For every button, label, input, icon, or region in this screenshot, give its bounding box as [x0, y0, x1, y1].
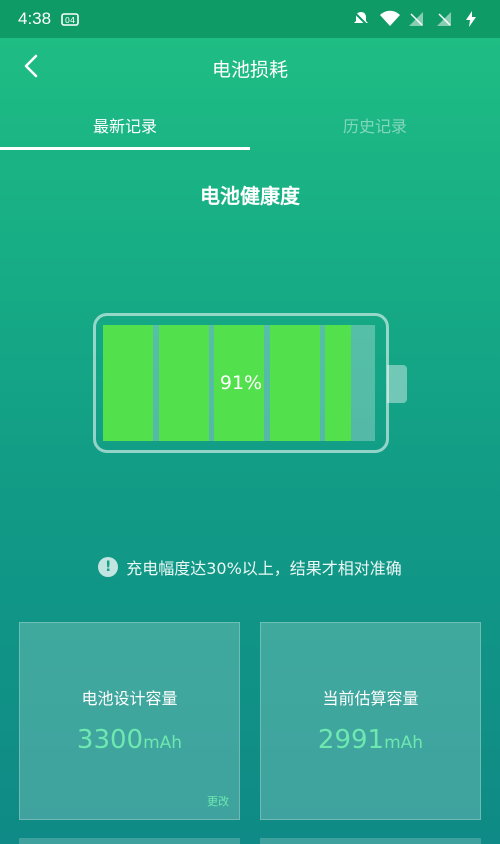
- capacity-unit: mAh: [384, 733, 424, 753]
- svg-text:04: 04: [65, 16, 75, 25]
- battery-tip: [387, 365, 407, 403]
- section-title: 电池健康度: [200, 184, 300, 208]
- wifi-icon: [380, 10, 400, 28]
- tab-label: 历史记录: [342, 117, 407, 136]
- card-partial: [260, 838, 481, 844]
- back-button[interactable]: [14, 50, 50, 86]
- card-value: 2991mAh: [261, 725, 480, 755]
- capacity-number: 3300: [76, 725, 144, 755]
- bell-off-icon: [352, 10, 370, 28]
- notification-icon: 04: [61, 10, 79, 28]
- estimated-capacity-card: 当前估算容量 2991mAh: [260, 622, 481, 820]
- card-partial: [19, 838, 240, 844]
- battery-icon: 91%: [93, 313, 389, 453]
- signal-off-icon: [436, 10, 454, 28]
- design-capacity-card: 电池设计容量 3300mAh 更改: [19, 622, 240, 820]
- back-arrow-icon: [22, 53, 42, 83]
- battery-percent: 91%: [219, 372, 263, 394]
- exclamation-icon: !: [98, 557, 119, 577]
- tab-label: 最新记录: [92, 117, 157, 136]
- card-value: 3300mAh: [20, 725, 239, 755]
- card-label: 当前估算容量: [322, 689, 419, 708]
- status-bar: 4:38 04: [0, 0, 500, 38]
- tab-history-records[interactable]: 历史记录: [250, 100, 500, 150]
- accuracy-notice: ! 充电幅度达30%以上，结果才相对准确: [0, 555, 500, 579]
- capacity-unit: mAh: [143, 733, 183, 753]
- charging-icon: [464, 10, 482, 28]
- tab-bar: 最新记录 历史记录: [0, 100, 500, 150]
- change-link[interactable]: 更改: [207, 793, 229, 809]
- notice-text: 充电幅度达30%以上，结果才相对准确: [126, 559, 402, 578]
- tab-latest-records[interactable]: 最新记录: [0, 100, 250, 150]
- capacity-number: 2991: [317, 725, 385, 755]
- card-label: 电池设计容量: [81, 689, 178, 708]
- status-time: 4:38: [18, 9, 52, 28]
- signal-off-icon: [408, 10, 426, 28]
- header: 电池损耗: [0, 38, 500, 98]
- page-title: 电池损耗: [211, 58, 288, 81]
